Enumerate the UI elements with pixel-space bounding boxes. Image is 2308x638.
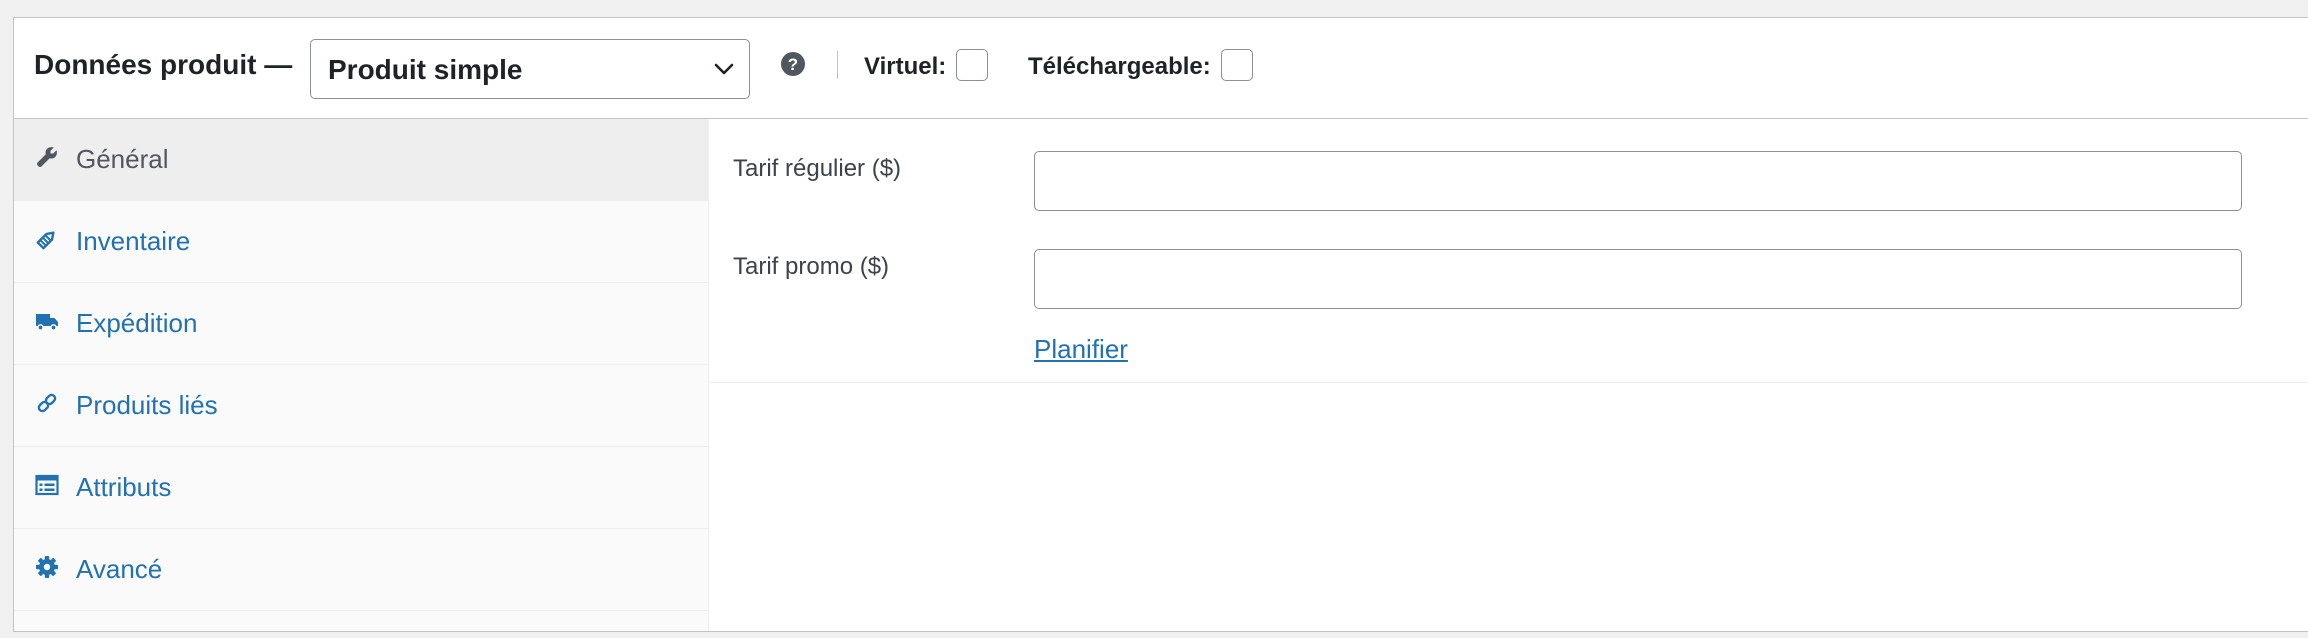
- virtual-checkbox[interactable]: [956, 49, 988, 81]
- tab-advanced[interactable]: Avancé: [14, 529, 708, 611]
- tab-linked-products[interactable]: Produits liés: [14, 365, 708, 447]
- sale-price-label: Tarif promo ($): [733, 253, 890, 280]
- header-divider: [837, 51, 838, 79]
- product-type-selected-value: Produit simple: [328, 54, 523, 85]
- tab-attributes-label: Attributs: [76, 472, 172, 502]
- product-data-header: Données produit — Produit simple ? Virtu…: [14, 18, 2308, 119]
- tab-inventory[interactable]: Inventaire: [14, 201, 708, 283]
- product-data-tabs: Général Inventaire Expédition Produits l…: [14, 119, 709, 631]
- wrench-icon: [37, 147, 57, 167]
- list-table-icon: [35, 474, 59, 496]
- question-circle-icon[interactable]: ?: [780, 51, 806, 77]
- gear-icon: [36, 556, 58, 578]
- product-data-panel: Données produit — Produit simple ? Virtu…: [13, 17, 2308, 632]
- tab-shipping-label: Expédition: [76, 308, 198, 338]
- regular-price-input[interactable]: [1034, 151, 2242, 211]
- tab-general[interactable]: Général: [14, 119, 708, 201]
- downloadable-label: Téléchargeable:: [1028, 53, 1211, 80]
- tab-advanced-label: Avancé: [76, 554, 163, 584]
- tab-shipping[interactable]: Expédition: [14, 283, 708, 365]
- tag-icon: [36, 231, 55, 250]
- product-data-title: Données produit —: [34, 49, 293, 80]
- tab-linked-products-label: Produits liés: [76, 390, 218, 420]
- link-icon: [37, 393, 57, 413]
- general-options-panel: Tarif régulier ($) Tarif promo ($) Plani…: [709, 119, 2308, 383]
- chevron-down-icon: [714, 63, 734, 75]
- regular-price-label: Tarif régulier ($): [733, 155, 902, 182]
- sale-price-input[interactable]: [1034, 249, 2242, 309]
- product-type-select[interactable]: Produit simple: [310, 39, 750, 99]
- tab-general-label: Général: [76, 144, 169, 174]
- virtual-label: Virtuel:: [864, 53, 947, 80]
- tab-attributes[interactable]: Attributs: [14, 447, 708, 529]
- schedule-sale-link[interactable]: Planifier: [1034, 333, 1128, 365]
- tab-inventory-label: Inventaire: [76, 226, 191, 256]
- svg-text:?: ?: [788, 55, 798, 74]
- downloadable-checkbox[interactable]: [1221, 49, 1253, 81]
- truck-icon: [36, 314, 58, 331]
